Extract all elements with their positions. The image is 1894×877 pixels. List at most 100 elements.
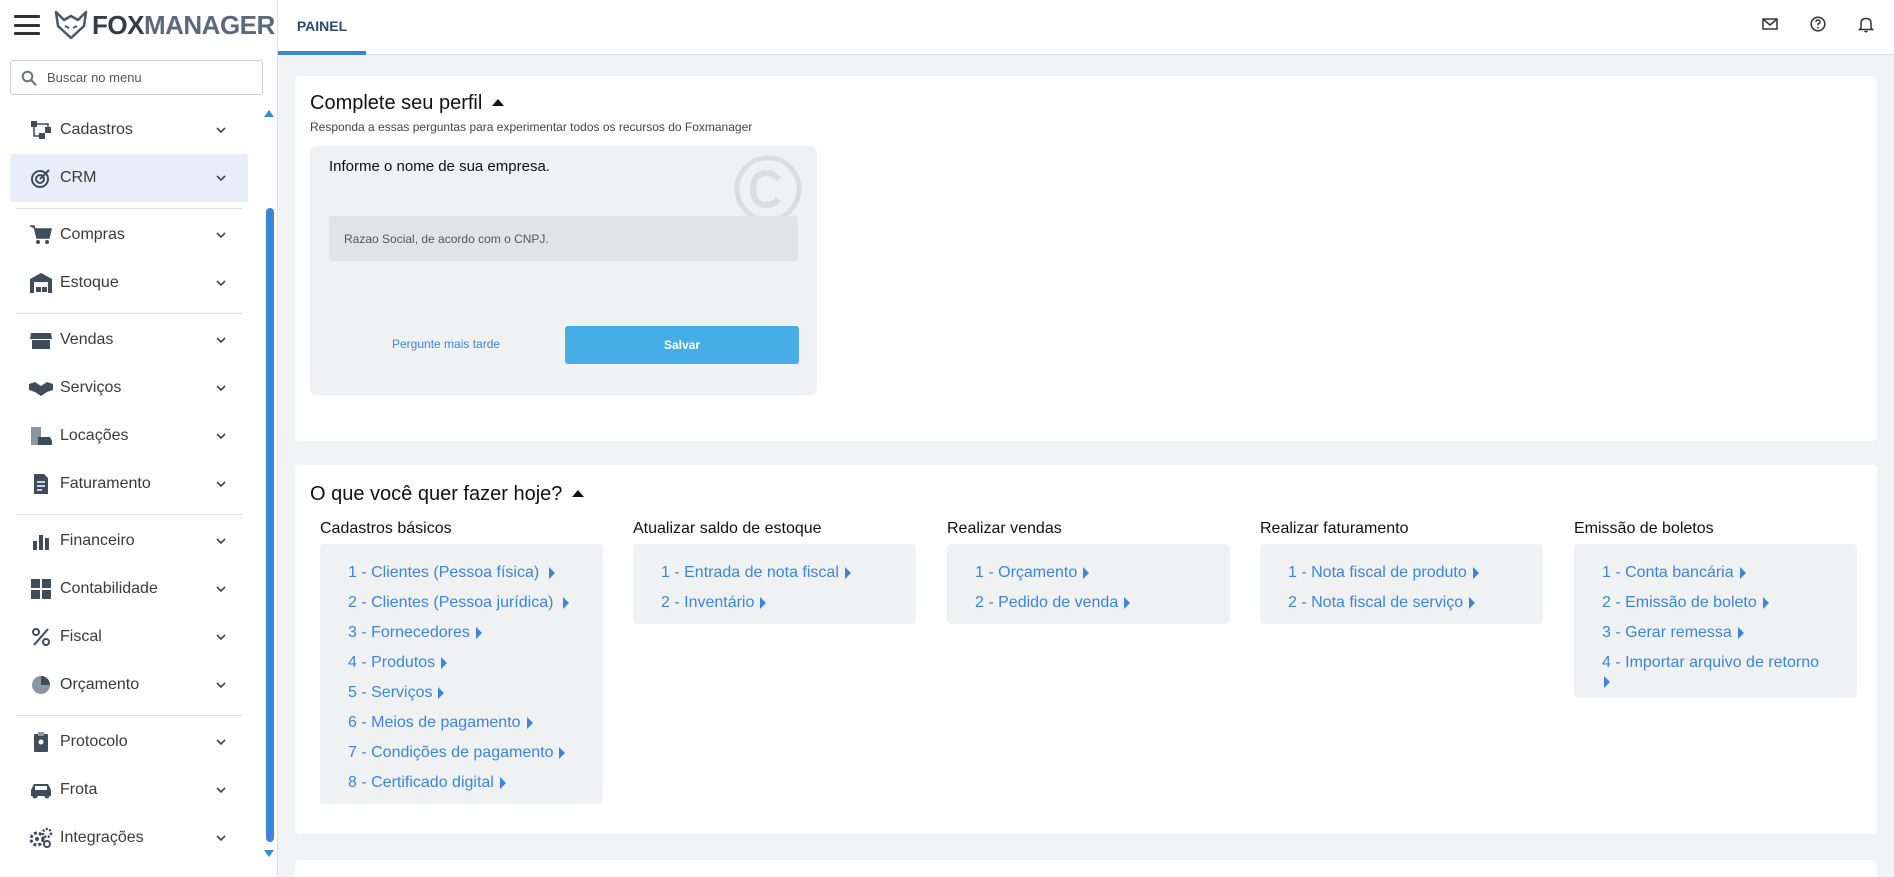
play-arrow-icon bbox=[559, 747, 566, 759]
search-input[interactable] bbox=[47, 70, 247, 85]
search-icon bbox=[21, 70, 37, 86]
task-link[interactable]: 1 - Clientes (Pessoa física) bbox=[348, 558, 603, 588]
task-column-cadastros: Cadastros básicos 1 - Clientes (Pessoa f… bbox=[320, 520, 603, 804]
chevron-down-icon bbox=[216, 280, 226, 287]
sidebar-item-label: Serviços bbox=[60, 379, 122, 396]
tasks-card-title: O que você quer fazer hoje? bbox=[310, 483, 563, 505]
help-icon[interactable] bbox=[1808, 14, 1828, 34]
sidebar-item-locacoes[interactable]: Locações bbox=[10, 412, 248, 460]
tasks-card-header[interactable]: O que você quer fazer hoje? bbox=[310, 483, 585, 506]
task-link[interactable]: 4 - Importar arquivo de retorno bbox=[1602, 648, 1857, 692]
task-link[interactable]: 2 - Emissão de boleto bbox=[1602, 588, 1857, 618]
task-link[interactable]: 7 - Condições de pagamento bbox=[348, 738, 603, 768]
tab-painel[interactable]: PAINEL bbox=[278, 0, 366, 55]
task-link[interactable]: 2 - Nota fiscal de serviço bbox=[1288, 588, 1543, 618]
profile-card-header[interactable]: Complete seu perfil bbox=[310, 92, 505, 115]
play-arrow-icon bbox=[563, 597, 570, 609]
sidebar-item-cadastros[interactable]: Cadastros bbox=[10, 106, 248, 154]
sidebar-item-vendas[interactable]: Vendas bbox=[10, 316, 248, 364]
mail-icon[interactable] bbox=[1760, 14, 1780, 34]
play-arrow-icon bbox=[1737, 627, 1744, 639]
sidebar-item-label: Orçamento bbox=[60, 676, 140, 693]
scrollbar-thumb[interactable] bbox=[266, 208, 274, 842]
logo[interactable]: FOXMANAGER bbox=[54, 10, 275, 41]
scroll-up-arrow[interactable] bbox=[264, 110, 274, 117]
chevron-down-icon bbox=[216, 337, 226, 344]
play-arrow-icon bbox=[441, 657, 448, 669]
chevron-down-icon bbox=[216, 232, 226, 239]
sidebar-item-integracoes[interactable]: Integrações bbox=[10, 814, 248, 862]
sidebar-item-label: Compras bbox=[60, 226, 125, 243]
sidebar-item-label: Integrações bbox=[60, 829, 144, 846]
store-icon bbox=[28, 329, 54, 351]
sidebar-item-servicos[interactable]: Serviços bbox=[10, 364, 248, 412]
task-link[interactable]: 3 - Gerar remessa bbox=[1602, 618, 1857, 648]
chevron-down-icon bbox=[216, 586, 226, 593]
handshake-icon bbox=[28, 377, 54, 399]
task-column-box: 1 - Conta bancária 2 - Emissão de boleto… bbox=[1574, 544, 1857, 698]
task-link[interactable]: 6 - Meios de pagamento bbox=[348, 708, 603, 738]
task-link[interactable]: 2 - Clientes (Pessoa jurídica) bbox=[348, 588, 603, 618]
task-link[interactable]: 3 - Fornecedores bbox=[348, 618, 603, 648]
fox-logo-icon bbox=[54, 10, 88, 40]
chevron-down-icon bbox=[216, 385, 226, 392]
profile-card: Complete seu perfil Responda a essas per… bbox=[295, 76, 1877, 441]
ask-later-link[interactable]: Pergunte mais tarde bbox=[392, 337, 500, 351]
gears-icon bbox=[28, 827, 54, 849]
collapse-caret-icon[interactable] bbox=[492, 99, 505, 106]
chevron-down-icon bbox=[216, 787, 226, 794]
task-column-faturamento: Realizar faturamento 1 - Nota fiscal de … bbox=[1260, 520, 1543, 624]
sidebar-item-label: Locações bbox=[60, 427, 129, 444]
sidebar-item-estoque[interactable]: Estoque bbox=[10, 259, 248, 307]
task-column-estoque: Atualizar saldo de estoque 1 - Entrada d… bbox=[633, 520, 916, 624]
chevron-down-icon bbox=[216, 127, 226, 134]
sidebar-item-crm[interactable]: CRM bbox=[10, 154, 248, 202]
save-button[interactable]: Salvar bbox=[565, 326, 799, 364]
task-column-box: 1 - Clientes (Pessoa física) 2 - Cliente… bbox=[320, 544, 603, 804]
task-link[interactable]: 1 - Conta bancária bbox=[1602, 558, 1857, 588]
menu-search[interactable] bbox=[10, 60, 263, 95]
play-arrow-icon bbox=[1604, 676, 1610, 688]
task-link[interactable]: 2 - Pedido de venda bbox=[975, 588, 1230, 618]
company-name-input[interactable] bbox=[329, 216, 798, 261]
task-link[interactable]: 1 - Orçamento bbox=[975, 558, 1230, 588]
top-header: PAINEL bbox=[278, 0, 1894, 55]
sidebar-item-faturamento[interactable]: Faturamento bbox=[10, 460, 248, 508]
percent-icon bbox=[28, 626, 54, 648]
profile-card-subtitle: Responda a essas perguntas para experime… bbox=[310, 120, 753, 134]
sidebar-item-orcamento[interactable]: Orçamento bbox=[10, 661, 248, 709]
menu-divider bbox=[16, 208, 242, 209]
play-arrow-icon bbox=[526, 717, 533, 729]
pie-chart-icon bbox=[28, 674, 54, 696]
hamburger-menu-icon[interactable] bbox=[14, 15, 40, 35]
play-arrow-icon bbox=[1124, 597, 1131, 609]
task-link[interactable]: 8 - Certificado digital bbox=[348, 768, 603, 798]
chevron-down-icon bbox=[216, 538, 226, 545]
sidebar-item-financeiro[interactable]: Financeiro bbox=[10, 517, 248, 565]
sidebar-item-frota[interactable]: Frota bbox=[10, 766, 248, 814]
sidebar-item-compras[interactable]: Compras bbox=[10, 211, 248, 259]
chevron-down-icon bbox=[216, 634, 226, 641]
sidebar-item-label: Vendas bbox=[60, 331, 114, 348]
task-link[interactable]: 1 - Nota fiscal de produto bbox=[1288, 558, 1543, 588]
cart-icon bbox=[28, 224, 54, 246]
chevron-down-icon bbox=[216, 175, 226, 182]
bell-icon[interactable] bbox=[1856, 14, 1876, 34]
invoice-icon bbox=[28, 473, 54, 495]
task-column-title: Realizar vendas bbox=[947, 520, 1062, 537]
bottom-card bbox=[295, 860, 1877, 877]
task-column-title: Atualizar saldo de estoque bbox=[633, 520, 822, 537]
task-link[interactable]: 1 - Entrada de nota fiscal bbox=[661, 558, 916, 588]
task-column-box: 1 - Orçamento 2 - Pedido de venda bbox=[947, 544, 1230, 624]
collapse-caret-icon[interactable] bbox=[572, 490, 585, 497]
warehouse-icon bbox=[28, 272, 54, 294]
task-link[interactable]: 4 - Produtos bbox=[348, 648, 603, 678]
chevron-down-icon bbox=[216, 835, 226, 842]
task-link[interactable]: 2 - Inventário bbox=[661, 588, 916, 618]
task-link[interactable]: 5 - Serviços bbox=[348, 678, 603, 708]
sidebar-item-protocolo[interactable]: Protocolo bbox=[10, 718, 248, 766]
sidebar-item-contabilidade[interactable]: Contabilidade bbox=[10, 565, 248, 613]
sidebar-item-fiscal[interactable]: Fiscal bbox=[10, 613, 248, 661]
profile-question-box: Informe o nome de sua empresa. Pergunte … bbox=[310, 146, 817, 395]
scroll-down-arrow[interactable] bbox=[264, 850, 274, 857]
